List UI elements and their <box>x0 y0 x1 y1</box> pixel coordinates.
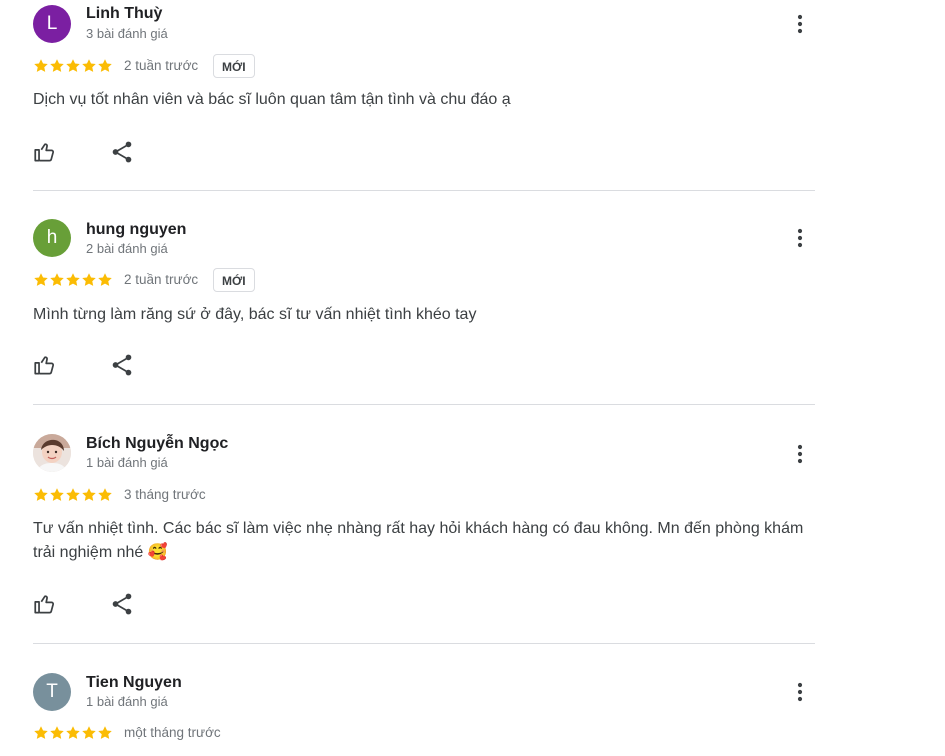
review-count: 1 bài đánh giá <box>86 694 168 709</box>
star-icon <box>34 59 48 72</box>
star-rating <box>33 725 113 741</box>
divider <box>33 643 815 644</box>
review-count: 3 bài đánh giá <box>86 26 168 41</box>
divider <box>33 404 815 405</box>
like-button[interactable] <box>32 139 58 165</box>
avatar[interactable]: h <box>33 219 71 257</box>
review-time: 2 tuần trước <box>124 58 199 73</box>
new-badge: MỚI <box>213 54 255 78</box>
star-rating <box>33 272 113 288</box>
star-icon <box>82 488 96 501</box>
star-icon <box>98 59 112 72</box>
more-vert-icon <box>797 228 803 248</box>
reviewer-name[interactable]: Bích Nguyễn Ngọc <box>86 435 228 453</box>
reviewer-name[interactable]: Linh Thuỳ <box>86 5 162 23</box>
share-icon <box>112 354 132 376</box>
more-vert-icon <box>797 14 803 34</box>
review-count: 1 bài đánh giá <box>86 455 168 470</box>
more-options-button[interactable] <box>788 680 812 704</box>
review-text: Tư vấn nhiệt tình. Các bác sĩ làm việc n… <box>33 520 804 561</box>
thumb-up-icon <box>34 595 55 614</box>
like-button[interactable] <box>32 352 58 378</box>
thumb-up-icon <box>34 143 55 162</box>
review-text: Mình từng làm răng sứ ở đây, bác sĩ tư v… <box>33 306 477 323</box>
avatar[interactable]: T <box>33 673 71 711</box>
star-icon <box>98 726 112 739</box>
reviewer-name[interactable]: Tien Nguyen <box>86 674 182 692</box>
new-badge: MỚI <box>213 268 255 292</box>
share-button[interactable] <box>109 352 135 378</box>
star-icon <box>66 488 80 501</box>
share-icon <box>112 593 132 615</box>
review-time: 2 tuần trước <box>124 272 199 287</box>
divider <box>33 190 815 191</box>
share-button[interactable] <box>109 591 135 617</box>
share-icon <box>112 141 132 163</box>
review-time: 3 tháng trước <box>124 487 206 502</box>
star-icon <box>50 59 64 72</box>
review-text: Dịch vụ tốt nhân viên và bác sĩ luôn qua… <box>33 91 511 108</box>
star-icon <box>82 726 96 739</box>
more-options-button[interactable] <box>788 226 812 250</box>
thumb-up-icon <box>34 356 55 375</box>
star-rating <box>33 58 113 74</box>
more-options-button[interactable] <box>788 12 812 36</box>
star-icon <box>82 59 96 72</box>
more-vert-icon <box>797 682 803 702</box>
star-icon <box>82 273 96 286</box>
avatar[interactable]: L <box>33 5 71 43</box>
more-options-button[interactable] <box>788 442 812 466</box>
star-icon <box>34 726 48 739</box>
star-icon <box>50 726 64 739</box>
star-icon <box>34 488 48 501</box>
profile-photo <box>33 434 71 472</box>
star-icon <box>50 273 64 286</box>
review-time: một tháng trước <box>124 725 221 740</box>
more-vert-icon <box>797 444 803 464</box>
reviewer-name[interactable]: hung nguyen <box>86 221 186 239</box>
star-icon <box>98 488 112 501</box>
star-icon <box>50 488 64 501</box>
star-rating <box>33 487 113 503</box>
star-icon <box>34 273 48 286</box>
star-icon <box>66 59 80 72</box>
review-count: 2 bài đánh giá <box>86 241 168 256</box>
star-icon <box>66 726 80 739</box>
star-icon <box>98 273 112 286</box>
share-button[interactable] <box>109 139 135 165</box>
like-button[interactable] <box>32 591 58 617</box>
avatar[interactable] <box>33 434 71 472</box>
star-icon <box>66 273 80 286</box>
reviews-list: L Linh Thuỳ 3 bài đánh giá 2 tuần trước … <box>0 0 945 756</box>
